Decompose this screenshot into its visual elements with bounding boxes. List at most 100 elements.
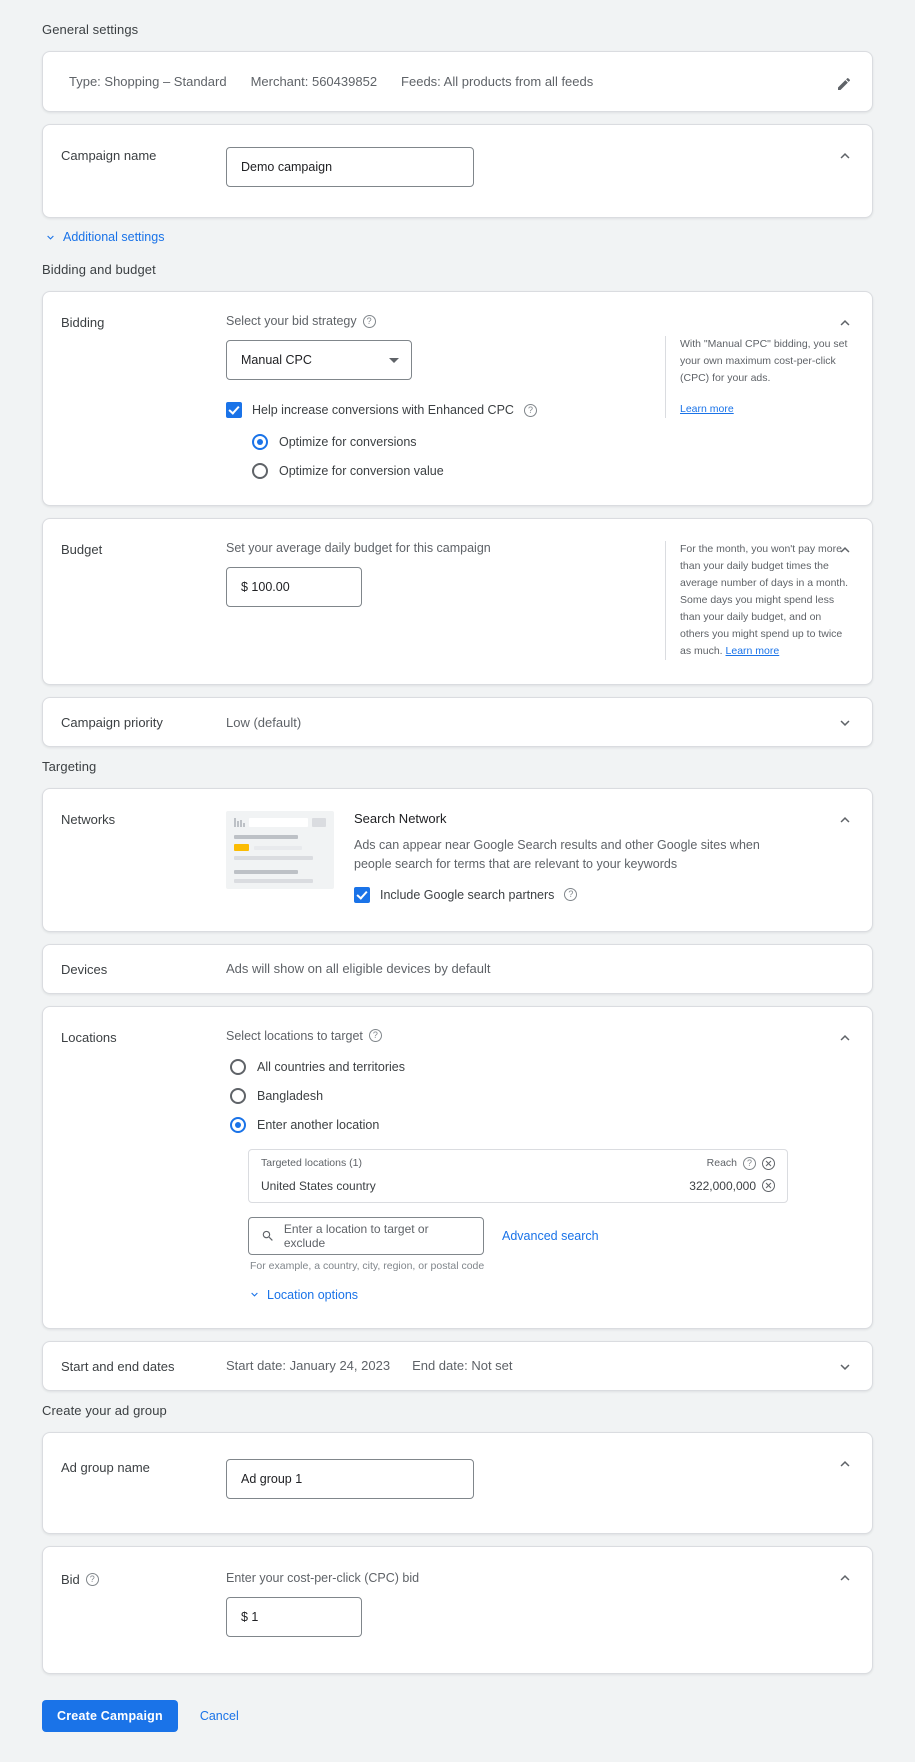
search-network-block: Search Network Ads can appear near Googl…: [354, 811, 850, 903]
collapse-chevron-up-icon[interactable]: [836, 1455, 854, 1473]
expand-chevron-down-icon[interactable]: [836, 1358, 854, 1376]
additional-settings-toggle[interactable]: Additional settings: [44, 230, 873, 244]
radio-optimize-conversion-value[interactable]: Optimize for conversion value: [252, 463, 655, 479]
bid-strategy-value: Manual CPC: [241, 353, 312, 367]
bid-field-label: Enter your cost-per-click (CPC) bid: [226, 1570, 420, 1585]
help-icon[interactable]: ?: [564, 888, 578, 902]
end-date-value: End date: Not set: [412, 1358, 513, 1374]
radio-bangladesh[interactable]: Bangladesh: [230, 1087, 850, 1104]
location-reach-value: 322,000,000: [689, 1178, 756, 1193]
table-row: United States country 322,000,000: [249, 1177, 787, 1202]
location-search-placeholder: Enter a location to target or exclude: [283, 1221, 429, 1250]
additional-settings-label: Additional settings: [63, 230, 165, 244]
remove-all-icon[interactable]: [762, 1156, 775, 1170]
chevron-down-icon: [389, 357, 399, 363]
locations-field-label-text: Select locations to target: [226, 1028, 363, 1043]
locations-row: Locations Select locations to target ? A…: [43, 1007, 872, 1328]
location-name: United States country: [261, 1178, 376, 1193]
help-icon[interactable]: ?: [523, 403, 537, 417]
radio-conversion-value-control[interactable]: [252, 463, 268, 479]
bid-strategy-label-text: Select your bid strategy: [226, 314, 357, 328]
enhanced-cpc-label: Help increase conversions with Enhanced …: [252, 403, 514, 417]
collapse-chevron-up-icon[interactable]: [836, 811, 854, 829]
radio-another-location-control[interactable]: [230, 1116, 246, 1133]
bidding-content: Select your bid strategy ? Manual CPC He…: [226, 314, 655, 479]
location-search-input[interactable]: Enter a location to target or exclude: [248, 1216, 484, 1255]
help-icon[interactable]: ?: [362, 314, 376, 328]
section-title-targeting: Targeting: [42, 759, 97, 774]
search-partners-row[interactable]: Include Google search partners ?: [354, 886, 850, 903]
advanced-search-link[interactable]: Advanced search: [502, 1229, 599, 1243]
thumb-logo-icon: [234, 818, 245, 827]
help-icon[interactable]: ?: [85, 1572, 99, 1586]
radio-all-countries-control[interactable]: [230, 1058, 246, 1075]
section-title-bidding-budget: Bidding and budget: [42, 262, 156, 277]
locations-radio-group: All countries and territories Bangladesh…: [230, 1058, 850, 1133]
radio-another-location[interactable]: Enter another location: [230, 1116, 850, 1133]
search-network-thumbnail-icon: [226, 811, 334, 889]
locations-card: Locations Select locations to target ? A…: [42, 1005, 873, 1329]
ad-group-name-input[interactable]: [226, 1458, 474, 1499]
devices-card[interactable]: Devices Ads will show on all eligible de…: [42, 943, 873, 994]
summary-type: Type: Shopping – Standard: [69, 74, 227, 89]
targeted-locations-header: Targeted locations (1) Reach ?: [249, 1150, 787, 1177]
radio-conversion-value-label: Optimize for conversion value: [279, 464, 444, 478]
bidding-row: Bidding Select your bid strategy ? Manua…: [43, 292, 872, 505]
locations-content: Select locations to target ? All countri…: [226, 1029, 850, 1302]
collapse-chevron-up-icon[interactable]: [836, 147, 854, 165]
enhanced-cpc-row[interactable]: Help increase conversions with Enhanced …: [226, 402, 655, 418]
dates-label: Start and end dates: [61, 1358, 175, 1374]
collapse-chevron-up-icon[interactable]: [836, 314, 854, 332]
help-icon[interactable]: ?: [743, 1156, 756, 1170]
networks-card: Networks Search Network Ads can appear n…: [42, 788, 873, 932]
bid-input[interactable]: [226, 1596, 362, 1637]
summary-feeds: Feeds: All products from all feeds: [401, 74, 594, 89]
create-campaign-button[interactable]: Create Campaign: [42, 1699, 178, 1732]
bid-strategy-field-label: Select your bid strategy ?: [226, 314, 655, 328]
radio-bangladesh-control[interactable]: [230, 1087, 246, 1104]
bid-content: Enter your cost-per-click (CPC) bid: [226, 1571, 850, 1637]
budget-field-label: Set your average daily budget for this c…: [226, 541, 491, 555]
radio-all-countries[interactable]: All countries and territories: [230, 1058, 850, 1075]
ad-group-name-field-wrap: [226, 1458, 850, 1499]
location-search-hint: For example, a country, city, region, or…: [250, 1259, 485, 1272]
expand-chevron-down-icon[interactable]: [836, 714, 854, 732]
budget-input[interactable]: [226, 567, 362, 607]
ad-group-name-row: Ad group name: [43, 1433, 872, 1533]
location-options-toggle[interactable]: Location options: [248, 1288, 850, 1302]
reach-header-group: Reach ?: [706, 1156, 775, 1170]
bidding-label: Bidding: [61, 315, 105, 330]
collapse-chevron-up-icon[interactable]: [836, 1569, 854, 1587]
targeted-locations-title: Targeted locations (1): [261, 1157, 362, 1170]
cancel-button[interactable]: Cancel: [200, 1709, 239, 1723]
bid-row: Bid ? Enter your cost-per-click (CPC) bi…: [43, 1547, 872, 1673]
collapse-chevron-up-icon[interactable]: [836, 541, 854, 559]
campaign-priority-card[interactable]: Campaign priority Low (default): [42, 697, 873, 747]
location-options-label: Location options: [267, 1287, 359, 1302]
radio-another-location-label: Enter another location: [257, 1117, 380, 1132]
remove-location-icon[interactable]: [762, 1179, 775, 1193]
radio-conversions-control[interactable]: [252, 434, 268, 450]
search-partners-checkbox[interactable]: [354, 886, 370, 903]
dates-values: Start date: January 24, 2023 End date: N…: [226, 1358, 850, 1373]
networks-content: Search Network Ads can appear near Googl…: [226, 811, 850, 903]
location-reach-group: 322,000,000: [689, 1179, 775, 1193]
collapse-chevron-up-icon[interactable]: [836, 1029, 854, 1047]
thumb-ad-badge: [234, 844, 249, 851]
devices-value: Ads will show on all eligible devices by…: [226, 961, 491, 977]
campaign-settings-page: General settings Type: Shopping – Standa…: [0, 0, 915, 1762]
ad-group-name-label: Ad group name: [61, 1459, 150, 1475]
edit-pencil-icon[interactable]: [836, 76, 852, 97]
campaign-priority-label: Campaign priority: [61, 715, 163, 730]
bidding-learn-more-link[interactable]: Learn more: [680, 401, 734, 418]
enhanced-cpc-checkbox[interactable]: [226, 402, 242, 418]
budget-learn-more-link[interactable]: Learn more: [726, 645, 780, 657]
dates-card[interactable]: Start and end dates Start date: January …: [42, 1340, 873, 1391]
dates-row: Start and end dates Start date: January …: [43, 1342, 872, 1390]
campaign-name-input[interactable]: [226, 147, 474, 187]
reach-header-label: Reach: [706, 1157, 737, 1170]
bid-strategy-select[interactable]: Manual CPC: [226, 340, 412, 380]
radio-optimize-conversions[interactable]: Optimize for conversions: [252, 434, 655, 450]
summary-text-group: Type: Shopping – Standard Merchant: 5604…: [61, 74, 593, 89]
help-icon[interactable]: ?: [368, 1029, 382, 1043]
